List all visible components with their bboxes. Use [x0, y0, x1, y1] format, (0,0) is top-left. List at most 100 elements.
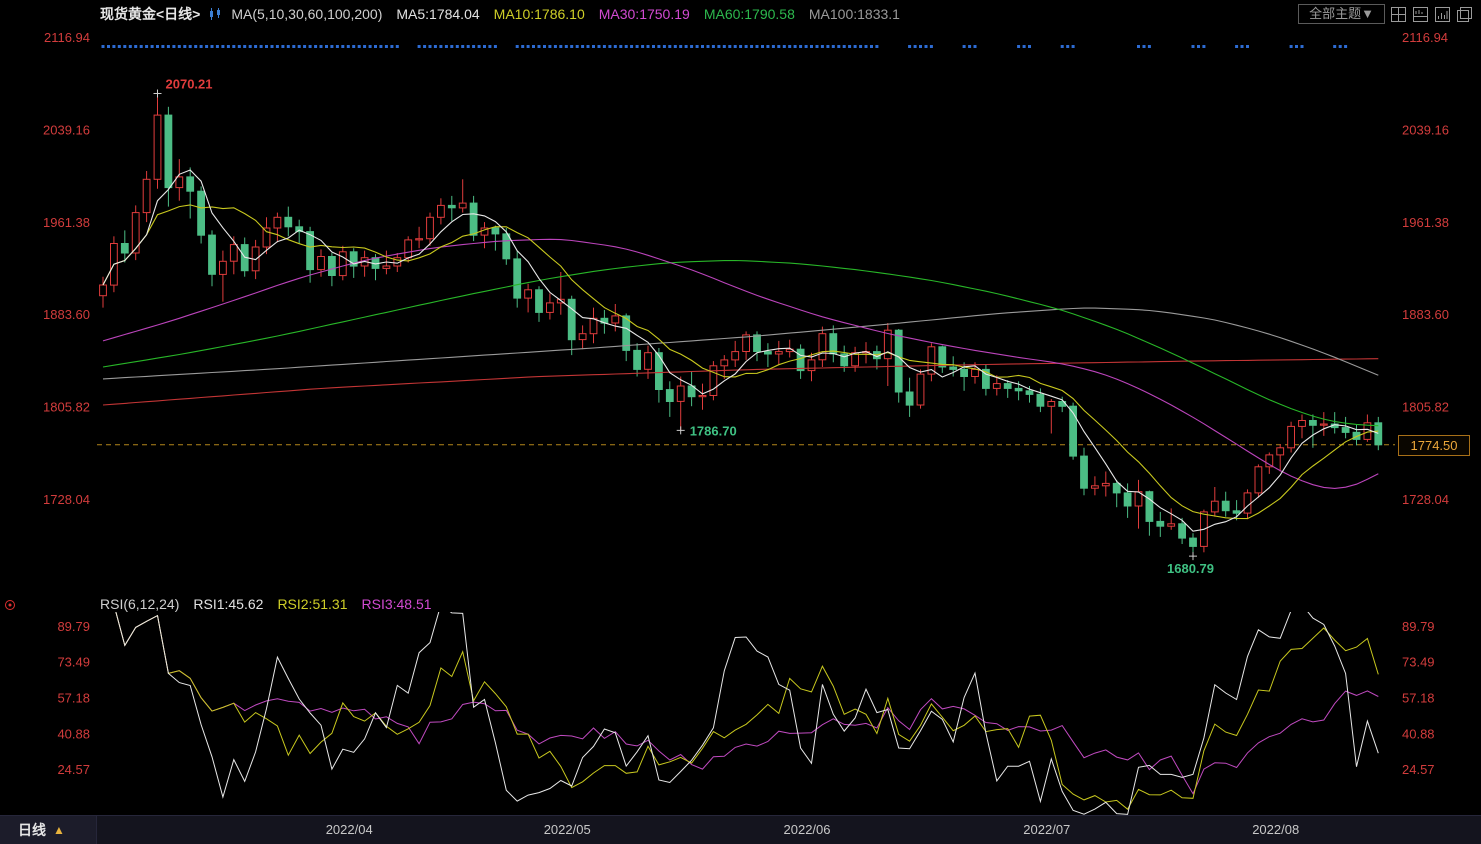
- candle-down: [1233, 511, 1240, 513]
- candle-down: [448, 205, 455, 207]
- event-marker-dot: [249, 45, 252, 48]
- candle-down: [121, 244, 128, 254]
- layout-grid-icon[interactable]: [1390, 6, 1407, 23]
- event-marker-dot: [445, 45, 448, 48]
- candle-up: [405, 240, 412, 258]
- event-marker-dot: [434, 45, 437, 48]
- event-marker-dot: [298, 45, 301, 48]
- rsi-chart-layer[interactable]: [114, 605, 1378, 815]
- x-axis-label: 2022/06: [784, 822, 831, 837]
- event-marker-dot: [374, 45, 377, 48]
- event-marker-dot: [456, 45, 459, 48]
- event-marker-dot: [1028, 45, 1031, 48]
- event-marker-dot: [472, 45, 475, 48]
- event-marker-dot: [1344, 45, 1347, 48]
- event-marker-dot: [167, 45, 170, 48]
- new-window-icon[interactable]: [1456, 6, 1473, 23]
- candle-up: [383, 266, 390, 268]
- event-marker-dot: [1192, 45, 1195, 48]
- event-marker-dot: [287, 45, 290, 48]
- candle-up: [154, 115, 161, 179]
- price-axis-label: 1883.60: [43, 307, 90, 322]
- candle-up: [579, 334, 586, 340]
- candle-up: [775, 352, 782, 354]
- event-marker-dot: [1061, 45, 1064, 48]
- candle-down: [666, 390, 673, 402]
- event-marker-dot: [810, 45, 813, 48]
- candle-down: [1222, 501, 1229, 511]
- chart-panel-icon[interactable]: [1434, 6, 1451, 23]
- event-marker-dot: [494, 45, 497, 48]
- event-marker-dot: [183, 45, 186, 48]
- event-marker-dot: [783, 45, 786, 48]
- event-marker-dot: [766, 45, 769, 48]
- event-marker-dot: [576, 45, 579, 48]
- event-marker-dot: [652, 45, 655, 48]
- event-marker-dot: [865, 45, 868, 48]
- candle-down: [1124, 493, 1131, 506]
- rsi1-value: RSI1:45.62: [193, 596, 263, 612]
- rsi-panel-bullet-icon[interactable]: [3, 598, 17, 612]
- event-marker-dot: [799, 45, 802, 48]
- candle-down: [895, 330, 902, 392]
- event-marker-dot: [870, 45, 873, 48]
- event-marker-dot: [194, 45, 197, 48]
- event-marker-dot: [303, 45, 306, 48]
- chart-canvas[interactable]: 2070.211786.701680.792116.942116.942039.…: [0, 0, 1481, 844]
- candle-down: [1146, 492, 1153, 522]
- candle-up: [1211, 501, 1218, 512]
- event-marker-dot: [521, 45, 524, 48]
- timeframe-tab-daily[interactable]: 日线 ▲: [0, 816, 97, 844]
- event-marker-dot: [527, 45, 530, 48]
- event-marker-dot: [1202, 45, 1205, 48]
- event-marker-dot: [221, 45, 224, 48]
- event-marker-dot: [717, 45, 720, 48]
- event-marker-dot: [805, 45, 808, 48]
- last-price-tag: 1774.50: [1398, 435, 1470, 456]
- layout-horizontal-split-icon[interactable]: [1412, 6, 1429, 23]
- event-marker-dot: [968, 45, 971, 48]
- event-marker-dot: [603, 45, 606, 48]
- event-marker-dot: [145, 45, 148, 48]
- event-marker-dot: [352, 45, 355, 48]
- event-marker-dot: [161, 45, 164, 48]
- price-axis-label: 2039.16: [43, 122, 90, 137]
- candle-up: [459, 203, 466, 208]
- event-marker-dot: [538, 45, 541, 48]
- main-chart-layer[interactable]: [97, 45, 1395, 556]
- event-marker-dot: [837, 45, 840, 48]
- rsi-axis-label: 73.49: [57, 655, 90, 670]
- event-marker-dot: [292, 45, 295, 48]
- price-axis-label: 2039.16: [1402, 122, 1449, 137]
- ma60-line: [103, 261, 1378, 426]
- event-marker-dot: [281, 45, 284, 48]
- event-marker-dot: [1148, 45, 1151, 48]
- event-marker-dot: [439, 45, 442, 48]
- rsi3-value: RSI3:48.51: [362, 596, 432, 612]
- rsi-axis-label: 24.57: [57, 762, 90, 777]
- event-marker-dot: [859, 45, 862, 48]
- event-marker-dot: [1301, 45, 1304, 48]
- event-marker-dot: [843, 45, 846, 48]
- event-marker-dot: [663, 45, 666, 48]
- candle-up: [612, 316, 619, 323]
- event-marker-dot: [1290, 45, 1293, 48]
- event-marker-dot: [1333, 45, 1336, 48]
- event-marker-dot: [641, 45, 644, 48]
- event-marker-dot: [200, 45, 203, 48]
- event-marker-dot: [172, 45, 175, 48]
- candle-up: [699, 396, 706, 397]
- event-marker-dot: [832, 45, 835, 48]
- price-axis-label: 2116.94: [44, 30, 90, 45]
- event-marker-dot: [1339, 45, 1342, 48]
- candle-up: [590, 318, 597, 333]
- price-axis-label: 1728.04: [1402, 492, 1449, 507]
- candle-down: [536, 290, 543, 313]
- price-axis-label: 1961.38: [43, 215, 90, 230]
- x-axis-label: 2022/07: [1023, 822, 1070, 837]
- candle-up: [1168, 524, 1175, 526]
- theme-selector-button[interactable]: 全部主题▼: [1298, 4, 1385, 24]
- price-annotation: 1680.79: [1167, 561, 1214, 576]
- event-marker-dot: [750, 45, 753, 48]
- candle-down: [656, 353, 663, 390]
